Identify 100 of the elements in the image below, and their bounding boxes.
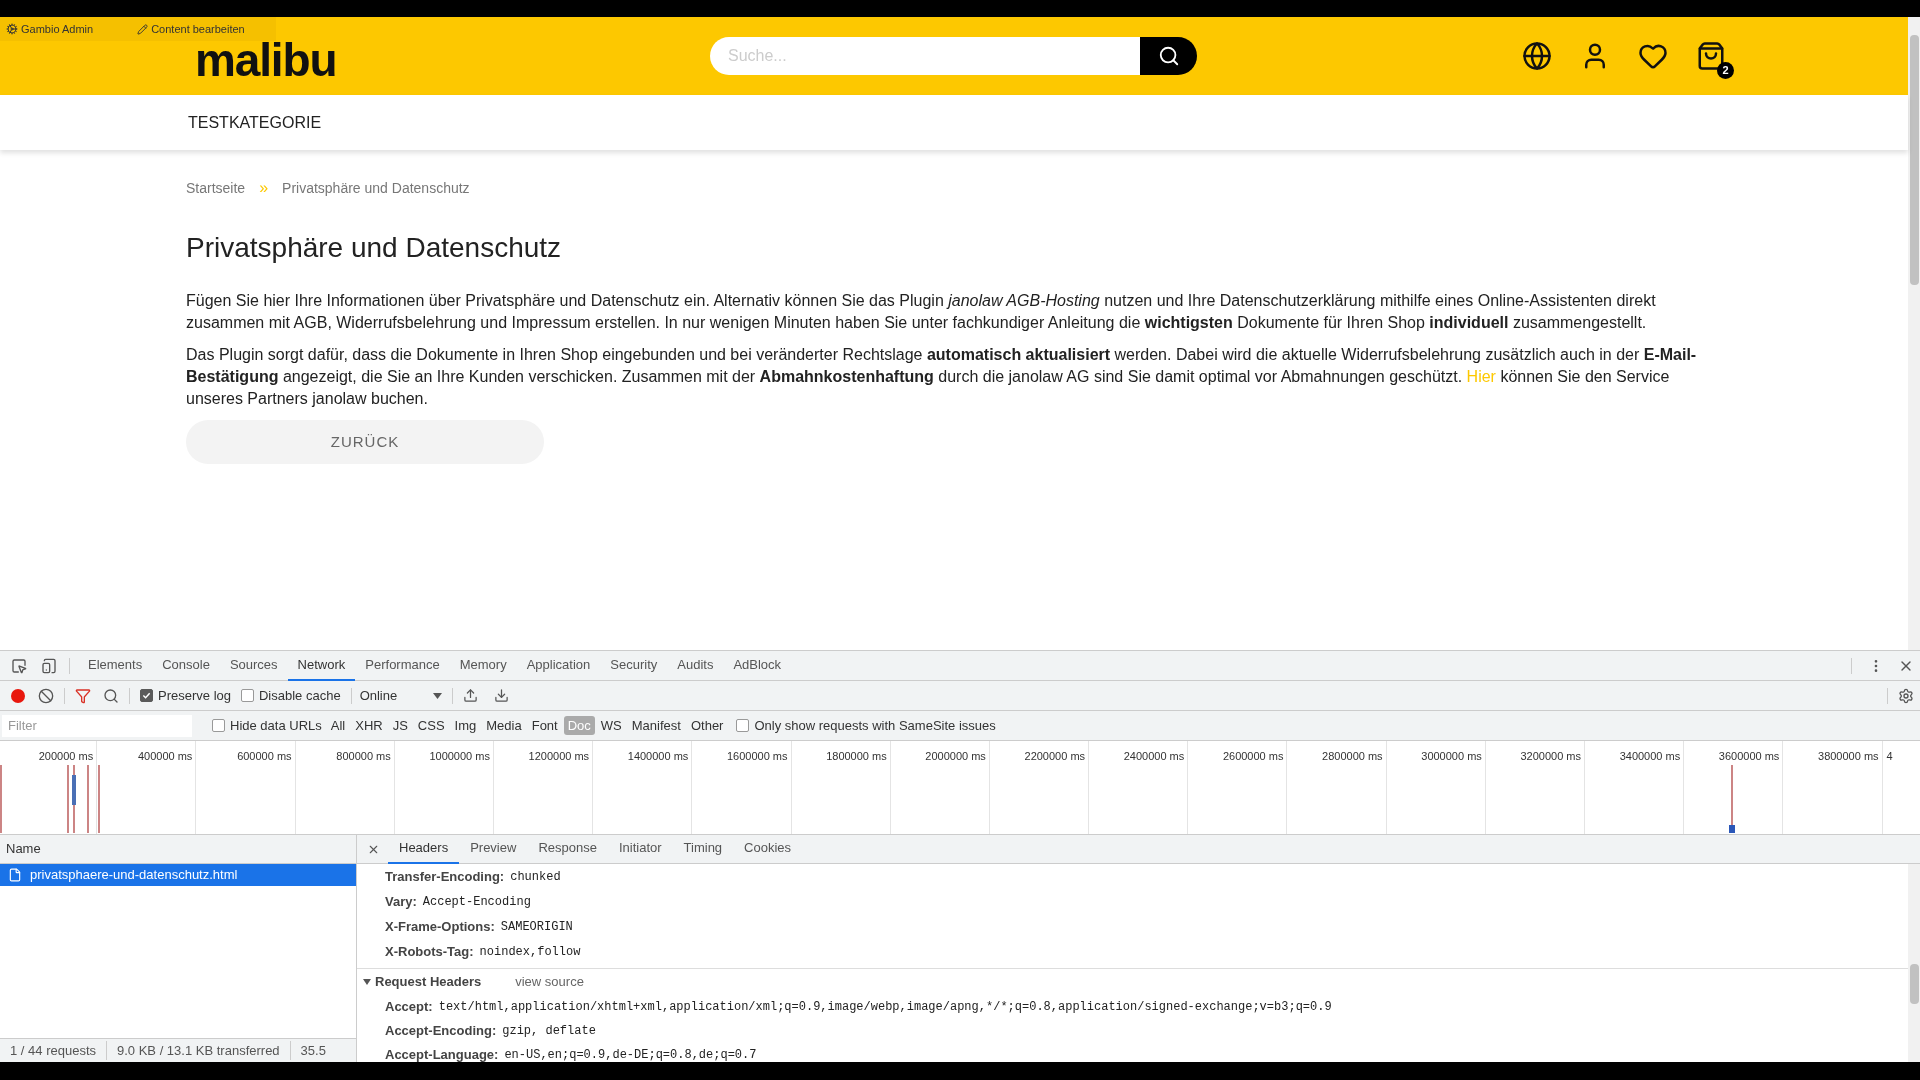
devtools-tab[interactable]: Application	[516, 650, 601, 681]
status-text: 1 / 44 requests	[9, 1041, 97, 1060]
back-button[interactable]: ZURÜCK	[186, 420, 544, 464]
globe-icon[interactable]	[1522, 41, 1552, 71]
devtools-tab[interactable]: Console	[152, 650, 220, 681]
timeline-tick: 3400000 ms	[1619, 750, 1681, 762]
edit-content-link[interactable]: Content bearbeiten	[137, 20, 245, 38]
check-icon	[142, 691, 151, 700]
type-filter[interactable]: Media	[482, 716, 526, 735]
checkbox[interactable]	[241, 689, 254, 702]
pencil-icon	[137, 23, 149, 35]
header-name: Accept-Language:	[385, 1046, 499, 1062]
search-icon[interactable]	[103, 687, 119, 704]
devtools-tab[interactable]: Security	[600, 650, 668, 681]
devtools-tab[interactable]: AdBlock	[723, 650, 792, 681]
breadcrumb-link[interactable]: Startseite	[186, 177, 246, 199]
checkbox-label: Only show requests with SameSite issues	[754, 716, 996, 735]
checkbox-label: Preserve log	[158, 686, 231, 705]
page-title: Privatsphäre und Datenschutz	[186, 231, 563, 265]
timeline-tick: 1800000 ms	[826, 750, 887, 762]
logo[interactable]: malibu	[195, 40, 370, 80]
type-filter[interactable]: Font	[527, 716, 562, 735]
request-row[interactable]: privatsphaere-und-datenschutz.html	[0, 864, 356, 886]
column-header[interactable]: Name	[0, 835, 356, 864]
detail-tab[interactable]: Headers	[388, 834, 460, 864]
breadcrumb-separator: »	[259, 178, 269, 198]
status-text: 9.0 KB / 13.1 KB transferred	[106, 1040, 290, 1061]
checkbox-label: Disable cache	[259, 686, 341, 705]
detail-tab[interactable]: Initiator	[607, 834, 673, 864]
header-value: Accept-Encoding	[422, 893, 531, 911]
record-icon[interactable]	[11, 688, 25, 703]
upload-icon[interactable]	[462, 688, 478, 703]
timeline-tick: 2000000 ms	[925, 750, 986, 762]
checkbox[interactable]	[212, 719, 225, 732]
type-filter[interactable]: JS	[388, 716, 412, 735]
scrollbar[interactable]	[1908, 864, 1920, 1062]
search-button[interactable]	[1140, 37, 1197, 75]
type-filter[interactable]: CSS	[413, 716, 449, 735]
devtools-tab[interactable]: Memory	[449, 650, 517, 681]
header-name: Vary:	[385, 892, 417, 911]
download-icon[interactable]	[493, 688, 509, 703]
timeline-tick: 2600000 ms	[1222, 750, 1284, 762]
header-name: X-Robots-Tag:	[385, 942, 474, 961]
type-filter[interactable]: Img	[450, 716, 481, 735]
search-icon	[1157, 45, 1180, 67]
header-name: Accept:	[385, 998, 433, 1017]
header-name: Transfer-Encoding:	[385, 867, 505, 886]
header-value: SAMEORIGIN	[500, 918, 573, 936]
checkbox[interactable]	[140, 689, 153, 702]
type-filter[interactable]: WS	[596, 716, 626, 735]
scrollbar[interactable]	[1908, 17, 1920, 650]
clear-icon[interactable]	[38, 687, 54, 704]
section-toggle[interactable]: Request Headers	[363, 972, 482, 992]
throttling-dropdown[interactable]: Online	[359, 685, 442, 706]
header-value: chunked	[510, 868, 561, 886]
devtools-tab[interactable]: Audits	[667, 650, 724, 681]
timeline-tick: 3200000 ms	[1520, 750, 1581, 762]
nav-link[interactable]: TESTKATEGORIE	[188, 110, 322, 135]
header-value: en-US,en;q=0.9,de-DE;q=0.8,de;q=0.7	[504, 1047, 757, 1062]
timeline-tick: 600000 ms	[237, 750, 292, 762]
device-icon[interactable]	[41, 657, 57, 674]
timeline-tick: 400000 ms	[137, 750, 193, 762]
header-name: X-Frame-Options:	[385, 917, 495, 936]
devtools-tab[interactable]: Elements	[78, 650, 153, 681]
header-name: Accept-Encoding:	[385, 1022, 497, 1041]
timeline-tick: 4	[1886, 750, 1893, 762]
timeline-tick: 1600000 ms	[726, 750, 788, 762]
detail-tab[interactable]: Preview	[459, 834, 528, 864]
timeline-tick: 1400000 ms	[627, 750, 689, 762]
view-source-link[interactable]: view source	[515, 972, 584, 992]
timeline-tick: 800000 ms	[336, 750, 391, 762]
caret-icon	[432, 692, 442, 699]
paragraph: Fügen Sie hier Ihre Informationen über Privatsphäre und Datenschutz ein. Alternativ können Sie das Plugin janolaw AGB-Hosting nutzen und Ihre Datenschutzerklärung mithilfe eines Online-Assistenten direkt zusammen mit AGB, Widerrufsbelehrung und Impressum erstellen. In nur wenigen Minuten haben Sie unter fachkundiger Anleitung die wichtigsten Dokumente für Ihren Shop individuell zusammengestellt.	[186, 291, 1657, 333]
inspect-icon[interactable]	[11, 657, 27, 674]
admin-link[interactable]: Gambio Admin	[6, 20, 94, 38]
checkbox[interactable]	[736, 719, 750, 732]
type-filter[interactable]: Manifest	[627, 716, 685, 735]
header-value: gzip, deflate	[502, 1023, 596, 1040]
timeline-tick: 1200000 ms	[528, 750, 590, 762]
checkbox-label: Hide data URLs	[230, 716, 322, 735]
timeline-tick: 200000 ms	[38, 750, 94, 762]
timeline-tick: 3600000 ms	[1718, 750, 1780, 762]
settings-icon[interactable]	[1898, 687, 1914, 704]
triangle-icon	[363, 978, 371, 986]
status-text: 35.5	[289, 1040, 336, 1061]
devtools-tab[interactable]: Performance	[355, 650, 450, 681]
cog-icon	[6, 23, 18, 35]
detail-tab[interactable]: Response	[527, 834, 608, 864]
breadcrumb-link[interactable]: Privatsphäre und Datenschutz	[282, 177, 470, 199]
detail-tab[interactable]: Timing	[672, 834, 734, 864]
type-filter[interactable]: XHR	[351, 716, 387, 735]
timeline-tick: 2400000 ms	[1123, 750, 1185, 762]
filter-field[interactable]: Filter	[2, 714, 192, 737]
paragraph: Das Plugin sorgt dafür, dass die Dokumente in Ihren Shop eingebunden und bei veränderter Rechtslage automatisch aktualisiert werden. Dabei wird die aktuelle Widerrufsbelehrung zusätzlich auch in der E-Mail-Bestätigung angezeigt, die Sie an Ihre Kunden verschicken. Zusammen mit der Abmahnkostenhaftung durch die janolaw AG sind Sie damit optimal vor Abmahnungen geschützt. Hier können Sie den Service unseres Partners janolaw buchen.	[186, 345, 1698, 409]
filter-icon[interactable]	[75, 687, 91, 704]
type-filter[interactable]: Other	[686, 716, 728, 735]
header-value: noindex,follow	[479, 943, 581, 961]
devtools-tab[interactable]: Sources	[219, 650, 288, 681]
type-filter[interactable]: All	[326, 716, 350, 735]
detail-tab[interactable]: Cookies	[733, 834, 803, 864]
